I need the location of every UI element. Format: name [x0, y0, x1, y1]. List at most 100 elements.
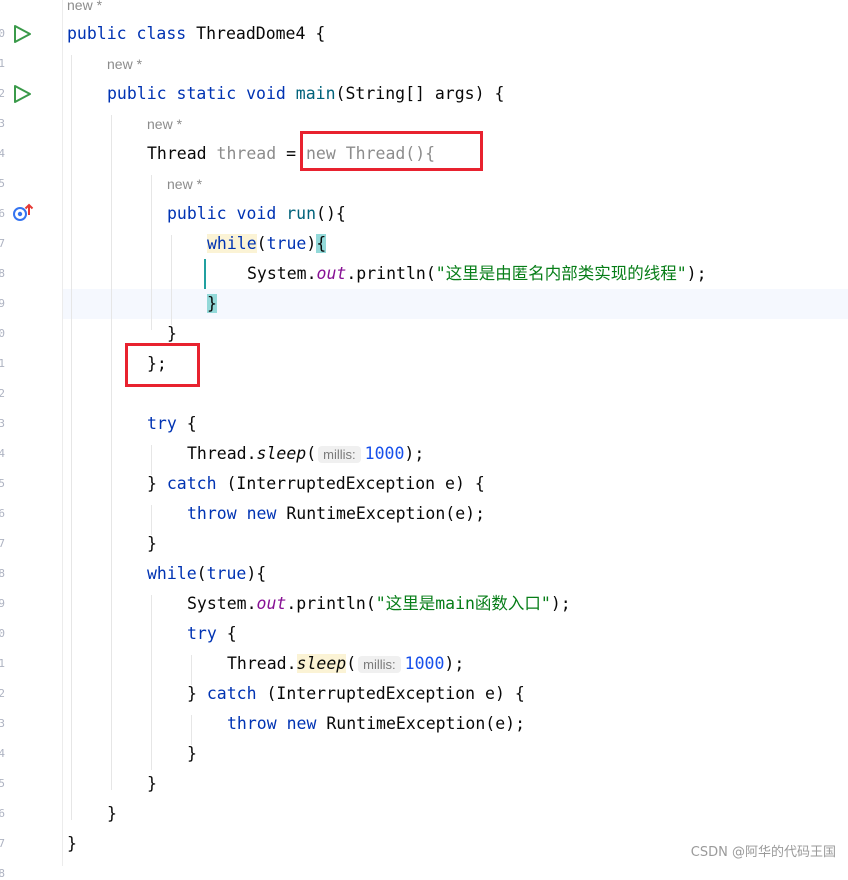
keyword: new: [246, 504, 277, 523]
string-literal: "这里是由匿名内部类实现的线程": [435, 264, 687, 283]
indent-guide: [111, 115, 112, 790]
line-number: 6: [0, 207, 5, 220]
brace: }: [107, 804, 117, 823]
code-line-catch-1[interactable]: } catch (InterruptedException e) {: [147, 469, 485, 499]
watermark: CSDN @阿华的代码王国: [690, 845, 836, 860]
identifier: System.: [247, 264, 317, 283]
code-line-throw-1[interactable]: throw new RuntimeException(e);: [187, 499, 485, 529]
code-line-main-decl[interactable]: public static void main(String[] args) {: [107, 79, 504, 109]
keyword: true: [266, 234, 307, 253]
line-number: 5: [0, 777, 5, 790]
indent-guide: [151, 175, 152, 330]
line-number: 0: [0, 27, 5, 40]
brace: ){: [246, 564, 267, 583]
keyword: void: [236, 204, 277, 223]
punctuation: );: [444, 654, 465, 673]
code-line-println-2[interactable]: System.out.println("这里是main函数入口");: [187, 589, 571, 619]
code-line-run-decl[interactable]: public void run(){: [167, 199, 346, 229]
method-call: .println(: [286, 594, 376, 613]
catch-params: (InterruptedException e) {: [216, 474, 485, 493]
keyword: catch: [206, 684, 257, 703]
brace: }: [67, 834, 77, 853]
indent-guide: [151, 595, 152, 770]
code-line-sleep-2[interactable]: Thread.sleep(millis: 1000);: [227, 649, 464, 679]
code-line-try-1[interactable]: try {: [147, 409, 197, 439]
highlight-box-new-thread: [300, 131, 483, 171]
line-number: 6: [0, 807, 5, 820]
code-line-catch-1-close[interactable]: }: [147, 529, 157, 559]
line-number: 7: [0, 837, 5, 850]
brace: }: [187, 744, 197, 763]
keyword: try: [187, 624, 217, 643]
keyword: static: [176, 84, 237, 103]
punctuation: );: [404, 444, 425, 463]
expression: RuntimeException(e);: [276, 504, 486, 523]
keyword: class: [136, 24, 187, 43]
code-line-main-close[interactable]: }: [107, 799, 117, 829]
keyword: while: [147, 564, 197, 583]
code-line-println-1[interactable]: System.out.println("这里是由匿名内部类实现的线程");: [247, 259, 707, 289]
code-line-sleep-1[interactable]: Thread.sleep(millis: 1000);: [187, 439, 424, 469]
run-icon[interactable]: [12, 24, 32, 44]
brace: }: [147, 774, 157, 793]
line-number: 8: [0, 567, 5, 580]
line-number: 4: [0, 147, 5, 160]
field: out: [316, 264, 347, 283]
highlight-box-anon-close: [125, 343, 200, 387]
brace: }: [187, 684, 207, 703]
line-number: 8: [0, 267, 5, 280]
params: (String[] args) {: [335, 84, 505, 103]
line-number: 2: [0, 87, 5, 100]
line-number: 3: [0, 417, 5, 430]
line-number: 4: [0, 747, 5, 760]
string-literal: "这里是main函数入口": [375, 594, 551, 613]
code-line-class-close[interactable]: }: [67, 829, 77, 859]
brace-match-guide: [204, 259, 206, 289]
code-line-throw-2[interactable]: throw new RuntimeException(e);: [227, 709, 525, 739]
code-line-while-2-close[interactable]: }: [147, 769, 157, 799]
code-line-catch-2[interactable]: } catch (InterruptedException e) {: [187, 679, 525, 709]
line-number: 9: [0, 597, 5, 610]
brace: }: [167, 324, 177, 343]
code-line-class-decl[interactable]: public class ThreadDome4 {: [67, 19, 325, 49]
line-number: 5: [0, 177, 5, 190]
brace: }: [147, 474, 167, 493]
variable: thread: [216, 144, 277, 163]
run-icon[interactable]: [12, 84, 32, 104]
code-line-while-1-close[interactable]: }: [207, 289, 217, 319]
code-line-while-1[interactable]: while(true){: [207, 229, 327, 259]
line-number: 1: [0, 357, 5, 370]
line-number: 0: [0, 627, 5, 640]
code-line-try-2[interactable]: try {: [187, 619, 237, 649]
line-number: 3: [0, 117, 5, 130]
paren: (: [256, 234, 267, 253]
brace: {: [216, 624, 237, 643]
author-hint[interactable]: new *: [67, 0, 102, 13]
author-hint[interactable]: new *: [107, 56, 142, 72]
author-hint[interactable]: new *: [167, 176, 202, 192]
line-number: 7: [0, 237, 5, 250]
identifier: System.: [187, 594, 257, 613]
field: out: [256, 594, 287, 613]
author-hint[interactable]: new *: [147, 116, 182, 132]
punctuation: );: [550, 594, 571, 613]
line-number: 7: [0, 537, 5, 550]
paren: (: [346, 654, 357, 673]
keyword: new: [286, 714, 317, 733]
paren: (: [306, 444, 317, 463]
line-number: 2: [0, 387, 5, 400]
override-icon[interactable]: [12, 203, 34, 223]
punctuation: );: [686, 264, 707, 283]
line-number: 4: [0, 447, 5, 460]
code-line-while-2[interactable]: while(true){: [147, 559, 266, 589]
brace: {: [176, 414, 197, 433]
code-line-catch-2-close[interactable]: }: [187, 739, 197, 769]
keyword: throw: [227, 714, 277, 733]
expression: RuntimeException(e);: [316, 714, 526, 733]
method-name: main: [295, 84, 336, 103]
catch-params: (InterruptedException e) {: [256, 684, 525, 703]
parameter-hint: millis:: [318, 446, 361, 463]
brace: {: [305, 24, 326, 43]
line-number: 6: [0, 507, 5, 520]
current-line-highlight: [63, 289, 848, 319]
